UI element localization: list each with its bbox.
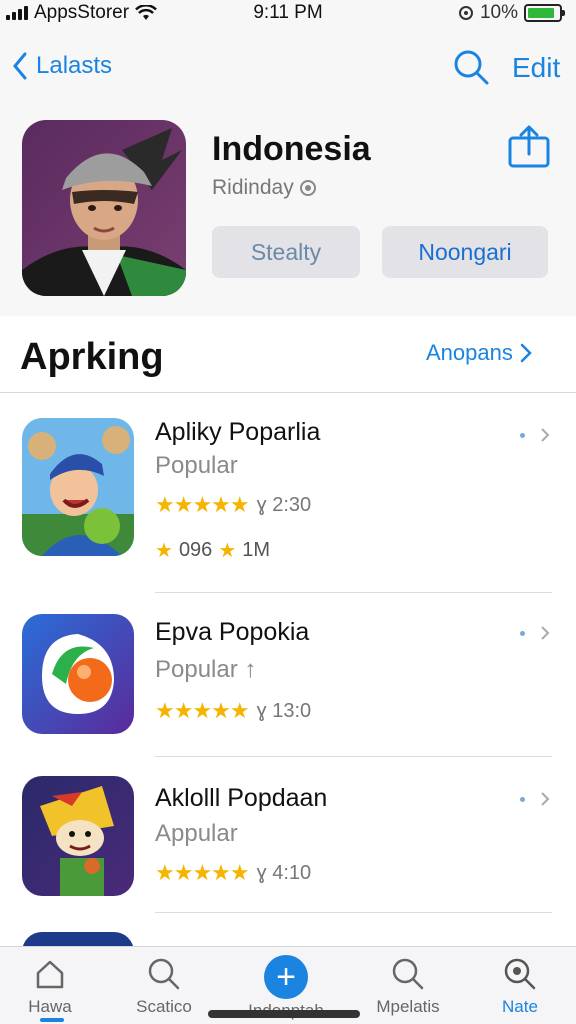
extra-badge: 096: [178, 539, 213, 561]
rating-count: ɣ 13:0: [256, 699, 312, 722]
app-rating: ★★★★★ ɣ 4:10: [155, 860, 311, 886]
battery-fill: [528, 8, 554, 18]
chevron-right-icon: [520, 343, 532, 363]
profile-subtitle: Ridinday: [212, 176, 316, 200]
row-more[interactable]: [520, 426, 551, 444]
star-icon: ★: [155, 540, 173, 562]
star-rating: ★★★★★: [155, 698, 250, 723]
row-divider: [155, 912, 552, 913]
battery-icon: [524, 4, 565, 22]
chevron-right-icon: [541, 626, 550, 640]
chevron-right-icon: [541, 792, 550, 806]
app-icon: [22, 614, 134, 734]
list-item[interactable]: Aklolll Popdaan Appular ★★★★★ ɣ 4:10: [0, 770, 576, 950]
app-name: Epva Popokia: [155, 618, 310, 646]
tab-label: Mpelatis: [376, 997, 440, 1016]
see-all-label: Anopans: [426, 340, 513, 365]
app-rating: ★★★★★ ɣ 13:0: [155, 698, 311, 724]
see-all-link[interactable]: Anopans: [426, 340, 533, 366]
info-icon[interactable]: [299, 180, 316, 196]
app-rating: ★★★★★ ɣ 2:30: [155, 492, 311, 518]
tab-label: Hawa: [28, 997, 72, 1016]
star-rating: ★★★★★: [155, 860, 250, 885]
stealty-button[interactable]: Stealty: [212, 226, 360, 278]
status-right: 10%: [458, 2, 565, 24]
search-icon[interactable]: [452, 48, 490, 86]
app-name: Apliky Poparlia: [155, 418, 321, 446]
star-rating: ★★★★★: [155, 492, 250, 517]
tab-label: Nate: [502, 997, 538, 1016]
row-divider: [155, 756, 552, 757]
back-label: Lalasts: [36, 52, 113, 79]
alarm-icon: [458, 6, 473, 20]
app-icon: [22, 418, 134, 556]
search-icon: [148, 958, 180, 990]
app-extra: ★ 096 ★ 1M: [155, 538, 270, 563]
row-more[interactable]: [520, 624, 551, 642]
section-title: Aprking: [20, 336, 164, 378]
rating-count: ɣ 2:30: [256, 493, 312, 516]
extra-count: 1M: [242, 539, 271, 561]
app-icon: [22, 776, 134, 896]
search-icon: [504, 958, 536, 990]
star-icon: ★: [218, 540, 237, 562]
app-category: Appular: [155, 820, 238, 847]
app-category: Popular ↑: [155, 656, 257, 683]
list-item[interactable]: Apliky Poparlia Popular ★★★★★ ɣ 2:30 ★ 0…: [0, 404, 576, 593]
edit-button[interactable]: Edit: [512, 52, 560, 84]
tab-indicator: [40, 1018, 64, 1022]
chevron-right-icon: [541, 428, 550, 442]
home-icon: [36, 960, 64, 989]
row-more[interactable]: [520, 790, 551, 808]
back-button[interactable]: Lalasts: [10, 50, 112, 82]
row-divider: [155, 592, 552, 593]
rating-count: ɣ 4:10: [256, 861, 312, 884]
tab-name[interactable]: Nate: [470, 955, 570, 1017]
search-icon: [392, 958, 424, 990]
avatar-image: [22, 120, 186, 296]
profile-title: Indonesia: [212, 130, 371, 168]
profile-header: Indonesia Ridinday Stealty Noongari: [0, 106, 576, 316]
tab-label: Scatico: [136, 997, 192, 1016]
home-indicator: [208, 1010, 360, 1018]
app-name: Aklolll Popdaan: [155, 784, 328, 812]
share-icon[interactable]: [506, 124, 552, 168]
subtitle-text: Ridinday: [212, 176, 294, 199]
tab-home[interactable]: Hawa: [0, 955, 100, 1017]
divider: [0, 392, 576, 393]
nav-bar: Lalasts Edit: [0, 26, 576, 106]
list-item[interactable]: Epva Popokia Popular ↑ ★★★★★ ɣ 13:0: [0, 604, 576, 784]
tab-search[interactable]: Scatico: [114, 955, 214, 1017]
chevron-left-icon: [13, 52, 27, 80]
battery-percent: 10%: [479, 2, 518, 23]
noongari-button[interactable]: Noongari: [382, 226, 548, 278]
tab-explore[interactable]: Mpelatis: [358, 955, 458, 1017]
avatar[interactable]: [22, 120, 186, 296]
app-category: Popular: [155, 452, 238, 479]
plus-icon: +: [264, 955, 308, 999]
status-bar: AppsStorer 9:11 PM 10%: [0, 0, 576, 26]
